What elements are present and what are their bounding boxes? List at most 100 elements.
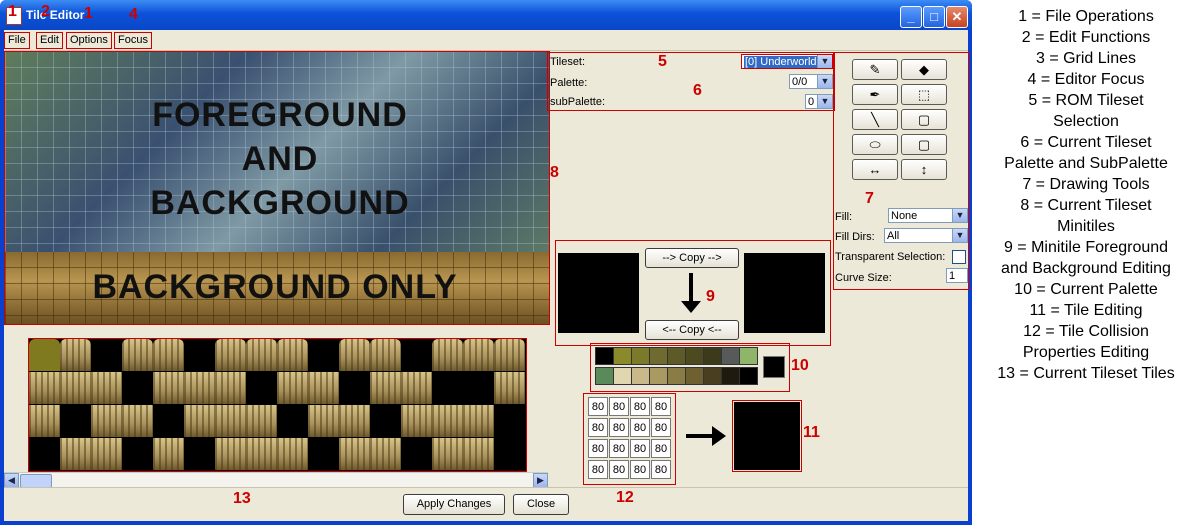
palette-swatch[interactable] xyxy=(649,367,668,385)
tileset-tile[interactable] xyxy=(122,405,153,437)
tileset-tile[interactable] xyxy=(184,372,215,404)
tileset-tile[interactable] xyxy=(29,405,60,437)
collision-cell[interactable]: 80 xyxy=(630,418,650,437)
collision-cell[interactable]: 80 xyxy=(609,397,629,416)
tileset-tile[interactable] xyxy=(308,405,339,437)
background-minitile-canvas[interactable] xyxy=(744,253,825,333)
title-bar[interactable]: Tile Editor _ □ ✕ xyxy=(0,0,972,30)
palette-select[interactable]: 0/0 ▼ xyxy=(789,74,833,89)
collision-cell[interactable]: 80 xyxy=(630,460,650,479)
chevron-down-icon[interactable]: ▼ xyxy=(817,95,832,108)
menu-options[interactable]: Options xyxy=(66,32,112,49)
eyedropper-tool-button[interactable]: ✒ xyxy=(852,84,898,105)
palette-swatch[interactable] xyxy=(721,367,740,385)
curve-size-input[interactable]: 1 xyxy=(946,268,968,283)
transparent-selection-checkbox[interactable] xyxy=(952,250,966,264)
tile-canvas[interactable] xyxy=(734,402,800,470)
collision-cell[interactable]: 80 xyxy=(651,460,671,479)
collision-cell[interactable]: 80 xyxy=(651,439,671,458)
tileset-tiles-panel[interactable] xyxy=(28,338,527,472)
select-rect-tool-button[interactable]: ⬚ xyxy=(901,84,947,105)
fill-select[interactable]: None ▼ xyxy=(888,208,968,223)
collision-cell[interactable]: 80 xyxy=(588,439,608,458)
tileset-tile[interactable] xyxy=(215,438,246,470)
tileset-tile[interactable] xyxy=(122,339,153,371)
rectangle-tool-button[interactable]: ▢ xyxy=(901,109,947,130)
tileset-tile[interactable] xyxy=(339,405,370,437)
palette-swatch[interactable] xyxy=(613,347,632,365)
close-window-button[interactable]: ✕ xyxy=(946,6,968,28)
horizontal-scrollbar[interactable]: ◀ ▶ xyxy=(4,472,548,488)
chevron-down-icon[interactable]: ▼ xyxy=(817,55,832,68)
tileset-tile[interactable] xyxy=(184,405,215,437)
palette-swatch[interactable] xyxy=(667,347,686,365)
close-button[interactable]: Close xyxy=(513,494,569,515)
tileset-tile[interactable] xyxy=(215,405,246,437)
tileset-tile[interactable] xyxy=(432,438,463,470)
palette-swatch[interactable] xyxy=(685,367,704,385)
palette-swatch[interactable] xyxy=(703,367,722,385)
palette-swatch[interactable] xyxy=(613,367,632,385)
collision-cell[interactable]: 80 xyxy=(630,397,650,416)
tileset-tile[interactable] xyxy=(91,372,122,404)
maximize-button[interactable]: □ xyxy=(923,6,945,28)
current-color-swatch[interactable] xyxy=(763,356,785,378)
palette-swatch[interactable] xyxy=(739,367,758,385)
palette-swatch[interactable] xyxy=(595,347,614,365)
menu-focus[interactable]: Focus xyxy=(114,32,152,49)
tileset-tile[interactable] xyxy=(339,339,370,371)
tileset-tile[interactable] xyxy=(401,372,432,404)
palette-swatch[interactable] xyxy=(721,347,740,365)
collision-cell[interactable]: 80 xyxy=(630,439,650,458)
copy-left-button[interactable]: <-- Copy <-- xyxy=(645,320,739,340)
tileset-tile[interactable] xyxy=(29,372,60,404)
tileset-tile[interactable] xyxy=(215,372,246,404)
tileset-tile[interactable] xyxy=(29,339,60,371)
tileset-tile[interactable] xyxy=(370,372,401,404)
collision-cell[interactable]: 80 xyxy=(651,418,671,437)
tileset-tile[interactable] xyxy=(432,339,463,371)
chevron-down-icon[interactable]: ▼ xyxy=(817,75,832,88)
tileset-tile[interactable] xyxy=(494,339,525,371)
tileset-tile[interactable] xyxy=(60,438,91,470)
tileset-tile[interactable] xyxy=(91,438,122,470)
scroll-left-icon[interactable]: ◀ xyxy=(4,473,19,488)
menu-file[interactable]: File xyxy=(4,32,30,49)
minimize-button[interactable]: _ xyxy=(900,6,922,28)
tileset-tile[interactable] xyxy=(277,438,308,470)
tileset-tile[interactable] xyxy=(246,339,277,371)
tileset-tile[interactable] xyxy=(153,339,184,371)
tileset-tile[interactable] xyxy=(370,339,401,371)
tileset-tile[interactable] xyxy=(153,372,184,404)
apply-changes-button[interactable]: Apply Changes xyxy=(403,494,505,515)
rounded-rect-tool-button[interactable]: ▢ xyxy=(901,134,947,155)
line-tool-button[interactable]: ╲ xyxy=(852,109,898,130)
flip-horizontal-tool-button[interactable]: ↔ xyxy=(852,159,898,180)
subpalette-select[interactable]: 0 ▼ xyxy=(805,94,833,109)
tileset-tile[interactable] xyxy=(91,405,122,437)
palette-swatch[interactable] xyxy=(631,367,650,385)
palette-swatch[interactable] xyxy=(649,347,668,365)
collision-cell[interactable]: 80 xyxy=(588,460,608,479)
foreground-minitile-canvas[interactable] xyxy=(558,253,639,333)
tileset-tile[interactable] xyxy=(60,339,91,371)
tileset-tile[interactable] xyxy=(339,438,370,470)
tileset-tile[interactable] xyxy=(308,372,339,404)
tileset-tile[interactable] xyxy=(60,372,91,404)
palette-swatch[interactable] xyxy=(739,347,758,365)
collision-cell[interactable]: 80 xyxy=(609,418,629,437)
tileset-tile[interactable] xyxy=(463,405,494,437)
fill-bucket-tool-button[interactable]: ◆ xyxy=(901,59,947,80)
chevron-down-icon[interactable]: ▼ xyxy=(952,209,967,222)
tileset-tile[interactable] xyxy=(246,405,277,437)
tileset-tile[interactable] xyxy=(463,438,494,470)
collision-cell[interactable]: 80 xyxy=(609,460,629,479)
menu-edit[interactable]: Edit xyxy=(36,32,63,49)
tileset-tile[interactable] xyxy=(494,372,525,404)
scroll-right-icon[interactable]: ▶ xyxy=(533,473,548,488)
tileset-tile[interactable] xyxy=(277,372,308,404)
tileset-tile[interactable] xyxy=(153,438,184,470)
ellipse-tool-button[interactable]: ⬭ xyxy=(852,134,898,155)
collision-cell[interactable]: 80 xyxy=(588,418,608,437)
collision-cell[interactable]: 80 xyxy=(609,439,629,458)
